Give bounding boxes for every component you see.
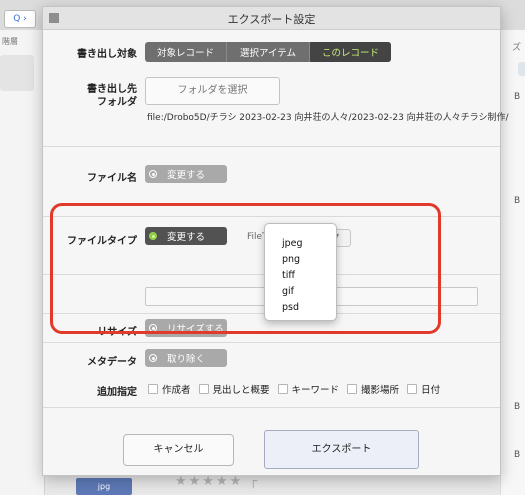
resize-toggle[interactable]: リサイズする xyxy=(145,319,227,337)
right-panel-mark: B xyxy=(514,92,521,102)
export-target-option[interactable]: 対象レコード xyxy=(145,42,227,62)
checkbox-icon xyxy=(198,384,209,394)
file-name-label: ファイル名 xyxy=(87,173,137,184)
file-type-dropdown: jpeg png tiff gif psd xyxy=(264,223,337,321)
resize-label: リサイズ xyxy=(97,327,137,338)
background-right-panel xyxy=(500,30,525,495)
file-type-toggle[interactable]: 変更する xyxy=(145,227,227,245)
cancel-button[interactable]: キャンセル xyxy=(123,434,234,466)
checkbox-author[interactable]: 作成者 xyxy=(148,382,191,396)
metadata-toggle[interactable]: 取り除く xyxy=(145,349,227,367)
additional-options: 作成者 見出しと概要 キーワード 撮影場所 日付 xyxy=(148,382,448,396)
export-target-option-selected[interactable]: このレコード xyxy=(310,42,391,62)
dropdown-option-jpeg[interactable]: jpeg xyxy=(282,238,303,249)
dialog-title: エクスポート設定 xyxy=(227,13,316,26)
checkbox-label: 日付 xyxy=(421,385,441,396)
choose-folder-button[interactable]: フォルダを選択 xyxy=(145,77,280,105)
file-name-toggle-label: 変更する xyxy=(167,170,206,181)
rating-stars[interactable]: ★★★★★ ┌ xyxy=(175,474,259,489)
radio-icon xyxy=(149,170,157,178)
checkbox-icon xyxy=(277,384,288,394)
file-type-label: ファイルタイプ xyxy=(67,236,137,247)
background-sidebar xyxy=(0,30,45,495)
checkbox-icon xyxy=(148,384,158,394)
checkbox-keywords[interactable]: キーワード xyxy=(277,382,340,396)
export-target-label: 書き出し対象 xyxy=(77,49,137,60)
checkbox-headline[interactable]: 見出しと概要 xyxy=(198,382,270,396)
search-icon[interactable]: Q › xyxy=(4,10,36,28)
file-name-toggle[interactable]: 変更する xyxy=(145,165,227,183)
dropdown-option-gif[interactable]: gif xyxy=(282,286,294,297)
checkbox-location[interactable]: 撮影場所 xyxy=(347,382,399,396)
export-target-option[interactable]: 選択アイテム xyxy=(227,42,310,62)
export-target-segmented: 対象レコード 選択アイテム このレコード xyxy=(145,42,391,62)
right-panel-mark: B xyxy=(514,402,521,412)
right-panel-mark: B xyxy=(514,196,521,206)
checkbox-date[interactable]: 日付 xyxy=(407,382,440,396)
checkbox-label: キーワード xyxy=(291,385,340,396)
metadata-toggle-label: 取り除く xyxy=(167,354,206,365)
dropdown-option-png[interactable]: png xyxy=(282,254,300,265)
sidebar-label: 階層 xyxy=(2,37,18,46)
checkbox-icon xyxy=(347,384,358,394)
additional-label: 追加指定 xyxy=(97,387,137,398)
highlight-annotation xyxy=(50,203,441,334)
radio-icon xyxy=(149,354,157,362)
sidebar-item[interactable] xyxy=(0,55,34,91)
divider xyxy=(43,407,500,408)
radio-icon xyxy=(149,324,157,332)
dropdown-option-psd[interactable]: psd xyxy=(282,302,299,313)
right-panel-label: ズ xyxy=(512,43,522,53)
divider xyxy=(43,342,500,343)
export-dest-label-line2: フォルダ xyxy=(97,97,137,108)
checkbox-label: 作成者 xyxy=(162,385,191,396)
right-panel-mark: B xyxy=(514,450,521,460)
resize-toggle-label: リサイズする xyxy=(167,324,224,335)
dropdown-option-tiff[interactable]: tiff xyxy=(282,270,295,281)
checkbox-icon xyxy=(407,384,418,394)
checkbox-label: 撮影場所 xyxy=(361,385,400,396)
file-type-toggle-label: 変更する xyxy=(167,232,206,243)
export-button[interactable]: エクスポート xyxy=(264,430,419,469)
dialog-titlebar: エクスポート設定 xyxy=(43,7,500,30)
export-path-text: file:/Drobo5D/チラシ 2023-02-23 向井荘の人々/2023… xyxy=(147,113,509,123)
export-settings-dialog: エクスポート設定 書き出し対象 対象レコード 選択アイテム このレコード 書き出… xyxy=(42,6,509,476)
radio-icon xyxy=(149,232,157,240)
thumbnail-badge[interactable]: jpg xyxy=(76,478,132,495)
right-panel-item[interactable] xyxy=(518,62,525,76)
metadata-label: メタデータ xyxy=(87,357,137,368)
checkbox-label: 見出しと概要 xyxy=(212,385,270,396)
divider xyxy=(43,146,500,147)
divider xyxy=(43,216,500,217)
